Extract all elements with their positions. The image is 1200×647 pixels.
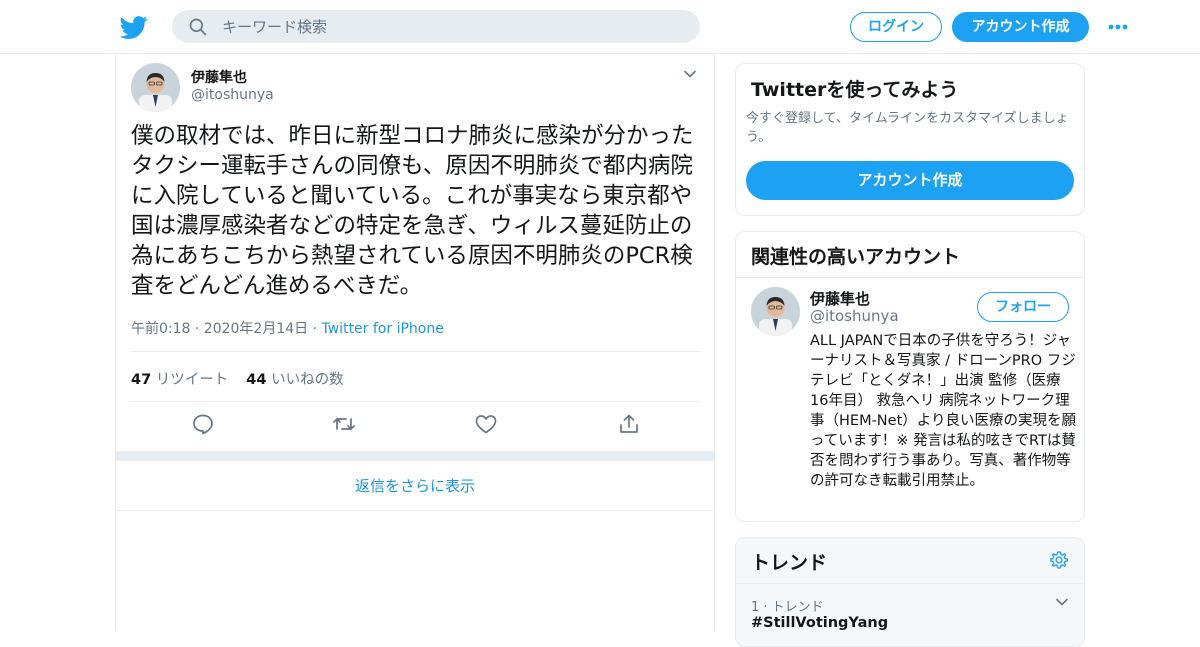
search-input[interactable] (222, 10, 682, 43)
meta-separator: · (312, 321, 318, 337)
search-box[interactable] (172, 10, 700, 43)
account-bio: ALL JAPANで日本の子供を守ろう！ジャーナリスト＆写真家 / ドローンPR… (810, 333, 1076, 489)
author-name[interactable]: 伊藤隼也 (191, 67, 247, 87)
top-bar: ログイン アカウント作成 (0, 0, 1200, 54)
tweet-text: 僕の取材では、昨日に新型コロナ肺炎に感染が分かったタクシー運転手さんの同僚も、原… (131, 123, 694, 299)
reply-icon[interactable] (191, 412, 215, 436)
gear-icon[interactable] (1049, 550, 1069, 570)
tweet-column: 伊藤隼也 @itoshunya 僕の取材では、昨日に新型コロナ肺炎に感染が分かっ… (115, 54, 715, 630)
divider (131, 401, 700, 402)
signup-button[interactable]: アカウント作成 (952, 12, 1089, 42)
follow-button[interactable]: フォロー (977, 292, 1069, 322)
card-description: 今すぐ登録して、タイムラインをカスタマイズしましょう。 (746, 111, 1069, 145)
divider (131, 351, 700, 352)
signup-card-button[interactable]: アカウント作成 (746, 161, 1074, 200)
twitter-bird-icon[interactable] (120, 13, 148, 41)
tweet-meta: 午前0:18 · 2020年2月14日 · Twitter for iPhone (131, 318, 444, 338)
trend-tag[interactable]: #StillVotingYang (751, 615, 888, 631)
signup-prompt-card: Twitterを使ってみよう 今すぐ登録して、タイムラインをカスタマイズしましょ… (735, 63, 1085, 216)
chevron-down-icon[interactable] (682, 66, 698, 82)
trend-rank: 1 · トレンド (751, 600, 824, 615)
avatar[interactable] (751, 287, 800, 336)
chevron-down-icon[interactable] (1054, 594, 1070, 610)
like-stat[interactable]: 44 いいねの数 (246, 372, 343, 388)
retweet-icon[interactable] (332, 412, 356, 436)
tweet-stats: 47 リツイート 44 いいねの数 (131, 368, 344, 389)
related-accounts-card: 関連性の高いアカウント 伊藤隼也 @itoshunya フォロー ALL JAP… (735, 231, 1085, 522)
like-count: 44 (246, 372, 267, 388)
section-separator (116, 451, 714, 461)
tweet-actions (116, 412, 716, 442)
card-title: トレンド (751, 552, 828, 574)
trends-card: トレンド 1 · トレンド #StillVotingYang (735, 537, 1085, 647)
share-icon[interactable] (617, 412, 641, 436)
more-dots-icon[interactable] (1104, 14, 1132, 40)
like-heart-icon[interactable] (474, 412, 498, 436)
divider (736, 583, 1084, 584)
retweet-count: 47 (131, 372, 152, 388)
login-button[interactable]: ログイン (850, 12, 942, 42)
account-name[interactable]: 伊藤隼也 (810, 288, 870, 309)
search-icon (189, 18, 207, 36)
avatar[interactable] (131, 63, 180, 112)
retweet-stat[interactable]: 47 リツイート (131, 372, 228, 388)
show-more-replies-link[interactable]: 返信をさらに表示 (116, 461, 714, 511)
author-handle[interactable]: @itoshunya (191, 87, 274, 103)
card-title: Twitterを使ってみよう (751, 79, 959, 101)
tweet-timestamp[interactable]: 午前0:18 · 2020年2月14日 (131, 321, 308, 337)
divider (736, 277, 1084, 278)
like-label: いいねの数 (271, 372, 344, 388)
tweet-source-link[interactable]: Twitter for iPhone (322, 321, 444, 337)
account-handle[interactable]: @itoshunya (810, 307, 899, 325)
retweet-label: リツイート (155, 372, 229, 388)
card-title: 関連性の高いアカウント (751, 246, 961, 268)
